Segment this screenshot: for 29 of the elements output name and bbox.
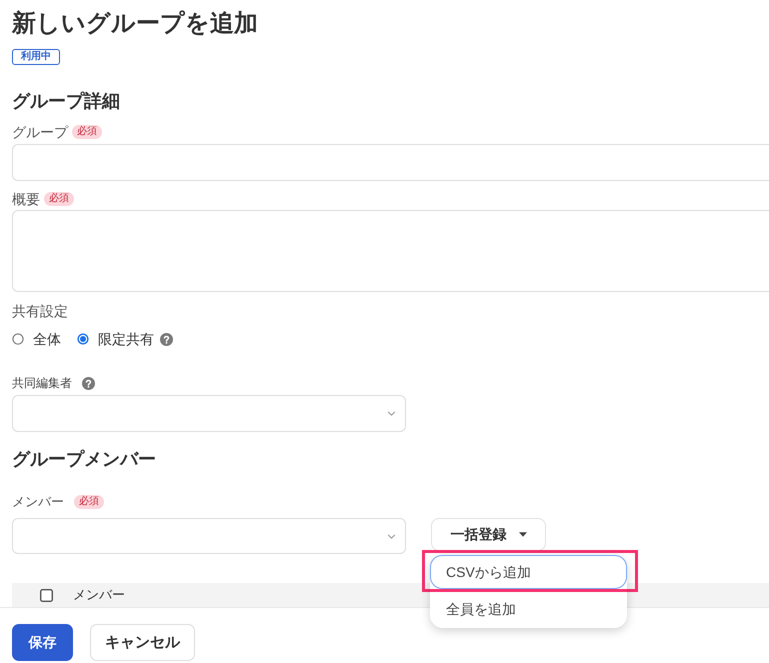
field-label: 共同編集者 [12,375,72,392]
page-title: 新しいグループを追加 [12,9,258,39]
field-label: 共有設定 [12,302,68,321]
cancel-button[interactable]: キャンセル [90,624,195,661]
radio-label[interactable]: 限定共有 [98,329,154,349]
help-icon[interactable] [82,376,95,390]
column-header: メンバー [73,586,125,604]
field-label: 概要 [12,190,40,209]
menu-item[interactable]: 全員を追加 [430,592,627,628]
section-heading: グループ詳細 [12,90,120,113]
field-label: グループ [12,123,68,142]
select-all-checkbox[interactable] [40,588,53,602]
section-heading: グループメンバー [12,448,156,471]
chevron-down-icon [387,411,396,416]
field-label: メンバー [12,493,64,511]
radio-button[interactable] [12,333,24,345]
save-button[interactable]: 保存 [12,624,73,661]
group-name-input[interactable] [12,144,769,181]
menu-item[interactable]: CSVから追加 [430,555,627,589]
radio-label[interactable]: 全体 [33,329,61,349]
caret-icon [518,532,526,537]
chevron-down-icon [387,534,396,538]
required-badge: 必須 [74,495,104,509]
bulk-register-button[interactable]: 一括登録 [431,518,546,551]
help-icon[interactable] [160,332,173,346]
radio-button[interactable] [77,333,89,345]
required-badge: 必須 [72,125,102,139]
required-badge: 必須 [44,192,74,206]
status-badge: 利用中 [12,49,60,65]
